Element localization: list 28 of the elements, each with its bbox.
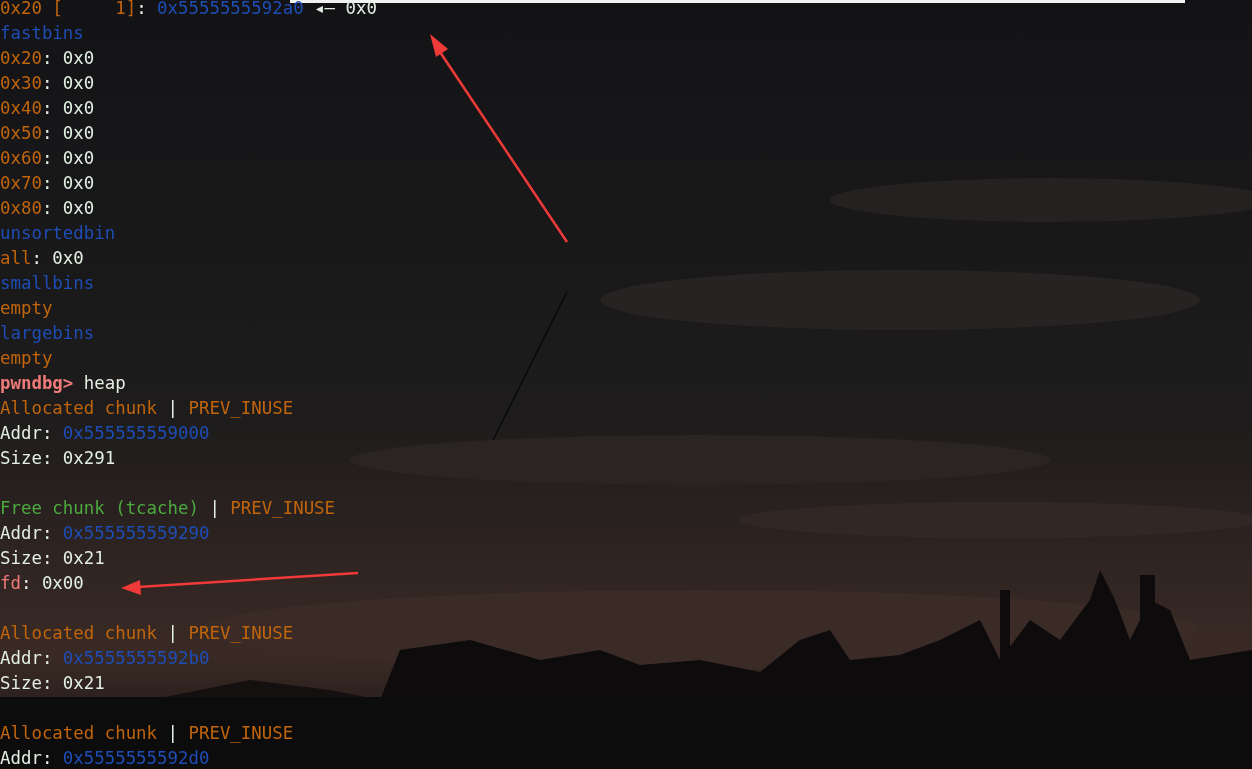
terminal-line: Addr: 0x5555555592d0 [0,747,210,769]
terminal-line: Allocated chunk | PREV_INUSE [0,622,294,645]
terminal-line: unsortedbin [0,222,116,245]
terminal-line: Size: 0x21 [0,672,105,695]
terminal-line: 0x20: 0x0 [0,47,95,70]
terminal-line: Allocated chunk | PREV_INUSE [0,397,294,420]
terminal-line: Size: 0x21 [0,547,105,570]
terminal-line: Size: 0x291 [0,447,116,470]
terminal-line: pwndbg> heap [0,372,126,395]
terminal-line: 0x70: 0x0 [0,172,95,195]
terminal-line: 0x20 [ 1]: 0x5555555592a0 ◂— 0x0 [0,0,377,20]
terminal-line: 0x50: 0x0 [0,122,95,145]
terminal-line: Free chunk (tcache) | PREV_INUSE [0,497,336,520]
terminal-line: fd: 0x00 [0,572,84,595]
terminal-line: Addr: 0x555555559000 [0,422,210,445]
terminal-line: 0x80: 0x0 [0,197,95,220]
terminal-line: fastbins [0,22,84,45]
terminal-line: Addr: 0x555555559290 [0,522,210,545]
terminal-line: largebins [0,322,95,345]
terminal-line: Allocated chunk | PREV_INUSE [0,722,294,745]
terminal-line: empty [0,347,53,370]
terminal-line: empty [0,297,53,320]
terminal-line: 0x30: 0x0 [0,72,95,95]
terminal-line: smallbins [0,272,95,295]
terminal-line: all: 0x0 [0,247,84,270]
terminal-line: Addr: 0x5555555592b0 [0,647,210,670]
terminal-line: 0x60: 0x0 [0,147,95,170]
terminal-line: 0x40: 0x0 [0,97,95,120]
